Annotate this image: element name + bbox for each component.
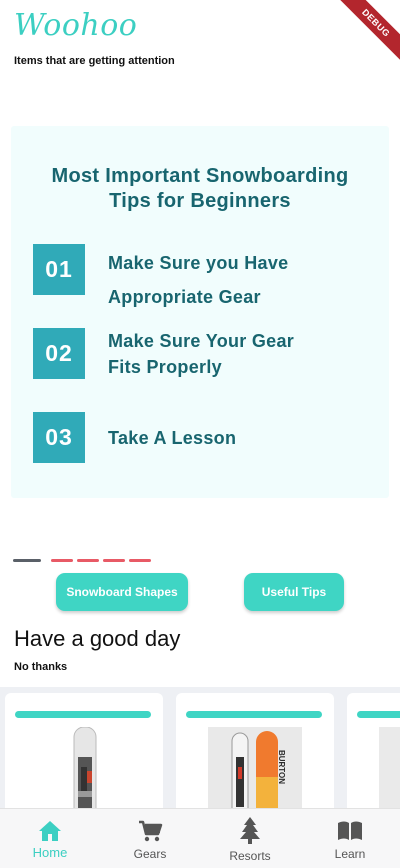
nav-label-gears: Gears: [133, 847, 167, 861]
book-icon: [338, 821, 362, 840]
tip-text: Make Sure you Have Appropriate Gear: [108, 246, 288, 314]
tip-text-line1: Make Sure you Have: [108, 253, 289, 273]
gear-carousel[interactable]: BURTON: [0, 687, 400, 817]
tip-item: 01 Make Sure you Have Appropriate Gear: [33, 244, 373, 307]
nav-item-home[interactable]: Home: [0, 809, 100, 868]
tip-number: 02: [33, 328, 85, 379]
card-accent-bar: [357, 711, 400, 718]
tips-banner[interactable]: Most Important Snowboarding Tips for Beg…: [11, 126, 389, 498]
gear-card[interactable]: BURTON: [176, 693, 334, 817]
gear-card[interactable]: [5, 693, 163, 817]
tip-text: Make Sure Your Gear Fits Properly: [108, 328, 294, 380]
carousel-dot[interactable]: [51, 559, 73, 562]
carousel-dot-active[interactable]: [13, 559, 41, 562]
nav-label-resorts: Resorts: [229, 849, 271, 863]
carousel-dot[interactable]: [77, 559, 99, 562]
burton-snowboards-image: BURTON: [208, 727, 302, 817]
nav-item-resorts[interactable]: Resorts: [200, 809, 300, 868]
banner-heading: Most Important Snowboarding Tips for Beg…: [11, 164, 389, 214]
section-title: Have a good day: [14, 626, 181, 651]
bottom-navigation: Home Gears Resorts Learn: [0, 808, 400, 868]
snowboard-image: [379, 727, 400, 817]
snowboard-image: [73, 727, 97, 817]
tip-text-line1: Take A Lesson: [108, 428, 237, 448]
nav-label-home: Home: [32, 845, 68, 860]
gear-card[interactable]: [347, 693, 400, 817]
tip-text-line2: Appropriate Gear: [108, 287, 261, 307]
tip-item: 02 Make Sure Your Gear Fits Properly: [33, 328, 373, 380]
tip-number: 01: [33, 244, 85, 295]
nav-label-learn: Learn: [334, 847, 366, 861]
tip-item: 03 Take A Lesson: [33, 412, 373, 464]
nav-item-learn[interactable]: Learn: [300, 809, 400, 868]
svg-text:BURTON: BURTON: [277, 750, 286, 784]
page-subtitle: Items that are getting attention: [14, 55, 175, 67]
tip-text-line1: Make Sure Your Gear: [108, 331, 295, 351]
nav-item-gears[interactable]: Gears: [100, 809, 200, 868]
banner-heading-line1: Most Important Snowboarding: [51, 165, 349, 187]
cart-icon: [139, 820, 163, 842]
carousel-dot[interactable]: [103, 559, 125, 562]
card-accent-bar: [186, 711, 322, 718]
useful-tips-button[interactable]: Useful Tips: [244, 573, 344, 611]
carousel-indicators: [13, 559, 163, 563]
app-title: Woohoo: [14, 8, 138, 43]
tip-number: 03: [33, 412, 85, 463]
card-accent-bar: [15, 711, 151, 718]
banner-heading-line2: Tips for Beginners: [109, 190, 291, 212]
tip-text: Take A Lesson: [108, 425, 236, 451]
snowboard-shapes-button[interactable]: Snowboard Shapes: [56, 573, 188, 611]
tip-text-line2: Fits Properly: [108, 357, 222, 377]
home-icon: [39, 821, 61, 841]
tree-icon: [240, 817, 260, 844]
debug-banner: DEBUG: [334, 0, 400, 65]
no-thanks-link[interactable]: No thanks: [14, 661, 67, 673]
